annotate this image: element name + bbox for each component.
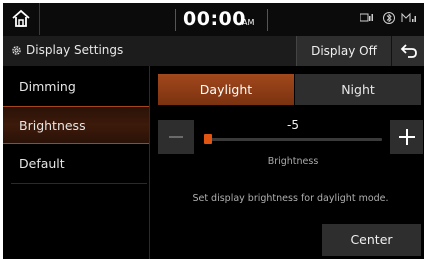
- display-settings-screen: 00:00 AM Display Settings Display Off Di…: [3, 3, 424, 259]
- status-icons: [359, 12, 420, 27]
- clock-divider-left: [175, 9, 176, 31]
- media-icon: [359, 12, 374, 25]
- clock-ampm: AM: [242, 18, 255, 27]
- mode-hint-text: Set display brightness for daylight mode…: [192, 193, 389, 204]
- back-arrow-icon: [400, 44, 417, 58]
- brightness-slider-thumb[interactable]: [204, 134, 212, 144]
- brightness-slider-track[interactable]: [204, 138, 382, 141]
- home-button[interactable]: [3, 3, 40, 35]
- center-button[interactable]: Center: [322, 224, 421, 256]
- brightness-increase-button[interactable]: [390, 120, 423, 154]
- back-button[interactable]: [391, 36, 424, 66]
- sidebar-item-dimming[interactable]: Dimming: [3, 68, 149, 106]
- clock-time: 00:00: [183, 8, 246, 30]
- minus-icon: [169, 136, 183, 138]
- sidebar-item-default[interactable]: Default: [3, 145, 149, 183]
- status-bar: 00:00 AM: [3, 3, 424, 36]
- bluetooth-icon: [382, 12, 396, 27]
- gear-icon: [12, 46, 21, 55]
- sidebar-item-brightness[interactable]: Brightness: [3, 106, 149, 144]
- display-off-button[interactable]: Display Off: [296, 36, 391, 66]
- tab-night[interactable]: Night: [295, 74, 421, 105]
- brightness-label: Brightness: [267, 156, 319, 167]
- clock-divider-right: [267, 9, 268, 31]
- home-icon: [12, 9, 30, 27]
- page-title: Display Settings: [26, 43, 124, 57]
- brightness-control: -5 Brightness: [158, 113, 424, 173]
- clock: 00:00 AM: [175, 6, 295, 34]
- signal-icon: [400, 12, 418, 27]
- settings-sidebar: Dimming Brightness Default: [3, 66, 150, 259]
- brightness-value: -5: [287, 118, 299, 132]
- plus-icon-vertical: [406, 129, 408, 145]
- brightness-decrease-button[interactable]: [158, 120, 194, 154]
- tab-daylight[interactable]: Daylight: [158, 74, 294, 105]
- sidebar-divider: [11, 183, 147, 184]
- settings-header: Display Settings Display Off: [3, 36, 424, 66]
